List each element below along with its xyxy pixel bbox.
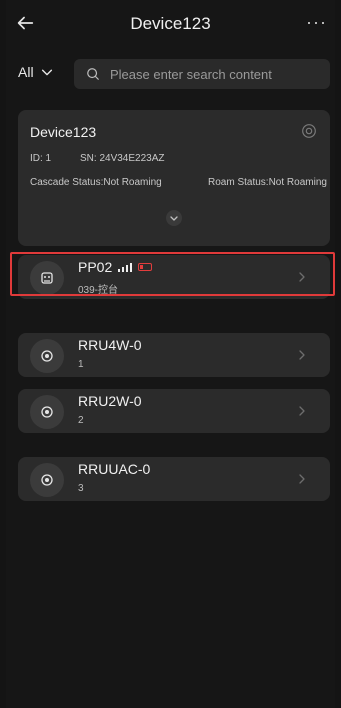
search-bar[interactable]: [74, 59, 330, 89]
list-item-rru4w[interactable]: RRU4W-0 1: [18, 333, 330, 377]
chevron-right-icon: [299, 406, 305, 416]
roam-status: Roam Status:Not Roaming: [208, 177, 327, 188]
top-bar: Device123 ···: [0, 0, 341, 50]
chevron-right-icon: [299, 474, 305, 484]
gear-icon[interactable]: [300, 122, 318, 140]
device-sn: SN: 24V34E223AZ: [80, 153, 165, 164]
more-dots-icon[interactable]: ···: [306, 12, 327, 33]
search-input[interactable]: [108, 65, 312, 83]
item-name: RRU4W-0: [78, 337, 142, 353]
rru-icon: [30, 395, 64, 429]
filter-dropdown[interactable]: All: [18, 64, 54, 80]
search-icon: [87, 68, 99, 80]
list-item-rru2w[interactable]: RRU2W-0 2: [18, 389, 330, 433]
selection-highlight: [10, 252, 335, 296]
chevron-down-icon: [41, 69, 52, 76]
item-subtitle: 2: [78, 415, 84, 426]
cascade-status: Cascade Status:Not Roaming: [30, 177, 162, 188]
expand-chevron-icon[interactable]: [166, 210, 182, 226]
rru-icon: [30, 463, 64, 497]
chevron-right-icon: [299, 350, 305, 360]
filter-selected-label: All: [18, 64, 34, 80]
device-card[interactable]: Device123 ID: 1 SN: 24V34E223AZ Cascade …: [18, 110, 330, 246]
item-subtitle: 1: [78, 359, 84, 370]
item-subtitle: 3: [78, 483, 84, 494]
device-name: Device123: [30, 124, 97, 140]
rru-icon: [30, 339, 64, 373]
list-item-rruuac[interactable]: RRUUAC-0 3: [18, 457, 330, 501]
item-name: RRUUAC-0: [78, 461, 151, 477]
device-id: ID: 1: [30, 153, 52, 164]
page-title: Device123: [130, 14, 211, 33]
item-name: RRU2W-0: [78, 393, 142, 409]
